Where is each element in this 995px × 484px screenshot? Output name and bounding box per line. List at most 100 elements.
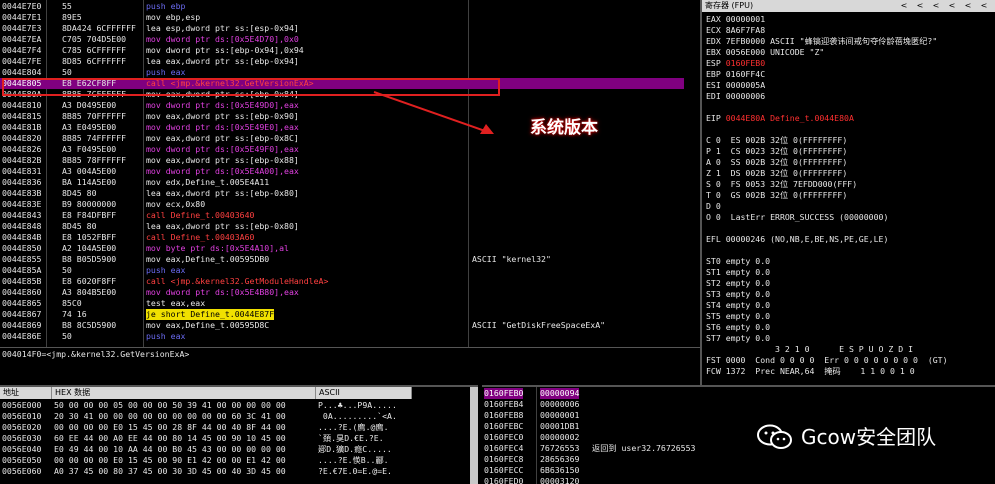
disasm-address: 0044E865 — [2, 298, 42, 308]
dump-ascii: ?E.€7E.0=E.@=E. — [318, 466, 392, 476]
disasm-bytes: 8D45 80 — [62, 188, 97, 198]
disasm-row[interactable]: 0044E7FE 8D85 6CFFFFFF lea eax,dword ptr s… — [0, 56, 684, 67]
disasm-row[interactable]: 0044E848 8D45 80 lea eax,dword ptr ss:[ebp… — [0, 221, 684, 232]
register-line[interactable]: ST5 empty 0.0 — [706, 311, 770, 322]
register-line[interactable]: 3 2 1 0 E S P U O Z D I — [706, 344, 913, 355]
disasm-row[interactable]: 0044E83E B9 80000000 mov ecx,0x80 — [0, 199, 684, 210]
disasm-bytes: 8DA424 6CFFFFFF — [62, 23, 136, 33]
registers-nav-button[interactable]: < — [946, 0, 958, 12]
register-line[interactable]: ST7 empty 0.0 — [706, 333, 770, 344]
disasm-address: 0044E826 — [2, 144, 42, 154]
disasm-row[interactable]: 0044E7EA C705 704D5E00 mov dword ptr ds:[0… — [0, 34, 684, 45]
register-line[interactable]: ST0 empty 0.0 — [706, 256, 770, 267]
disasm-row[interactable]: 0044E86E 50 push eax — [0, 331, 684, 342]
disasm-bytes: A3 D0495E00 — [62, 100, 117, 110]
registers-title: 寄存器 (FPU) — [705, 1, 754, 10]
registers-nav-button[interactable]: < — [898, 0, 910, 12]
register-line[interactable]: Z 1 DS 002B 32位 0(FFFFFFFF) — [706, 168, 847, 179]
registers-nav-button[interactable]: < — [978, 0, 990, 12]
register-line[interactable]: ST3 empty 0.0 — [706, 289, 770, 300]
disasm-row[interactable]: 0044E860 A3 804B5E00 mov dword ptr ds:[0x5… — [0, 287, 684, 298]
register-line[interactable]: ST6 empty 0.0 — [706, 322, 770, 333]
registers-nav-button[interactable]: < — [930, 0, 942, 12]
disasm-row[interactable]: 0044E7F4 C785 6CFFFFFF mov dword ptr ss:[e… — [0, 45, 684, 56]
register-line[interactable]: ST1 empty 0.0 — [706, 267, 770, 278]
stack-row[interactable]: 0160FECC 6B636150 — [482, 465, 995, 476]
stack-row[interactable]: 0160FEC8 28656369 — [482, 454, 995, 465]
register-text: S 0 FS 0053 32位 7EFDD000(FFF) — [706, 179, 858, 189]
disasm-row[interactable]: 0044E82B 8B85 78FFFFFF mov eax,dword ptr s… — [0, 155, 684, 166]
disasm-row[interactable]: 0044E85B E8 6020F8FF call <jmp.&kernel32.G… — [0, 276, 684, 287]
register-line[interactable]: D 0 — [706, 201, 721, 212]
memory-dump-pane[interactable]: 地址 HEX 数据 ASCII 0056E000 50 00 00 00 05 0… — [0, 385, 478, 484]
stack-address: 0160FEB0 — [484, 388, 524, 399]
disasm-bytes: A3 E0495E00 — [62, 122, 117, 132]
disasm-row[interactable]: 0044E7E1 89E5 mov ebp,esp — [0, 12, 684, 23]
register-text: ECX 8A6F7FA8 — [706, 25, 766, 35]
disasm-instruction: call Define_t.00403640 — [146, 210, 255, 220]
disasm-row[interactable]: 0044E867 74 16 je short Define_t.0044E87F — [0, 309, 684, 320]
register-line[interactable]: EFL 00000246 (NO,NB,E,BE,NS,PE,GE,LE) — [706, 234, 888, 245]
dump-scrollbar[interactable] — [470, 387, 478, 484]
registers-nav-button[interactable]: < — [914, 0, 926, 12]
disasm-row[interactable]: 0044E836 BA 114A5E00 mov edx,Define_t.005E… — [0, 177, 684, 188]
dump-header-address[interactable]: 地址 — [0, 387, 52, 399]
register-line[interactable]: A 0 SS 002B 32位 0(FFFFFFFF) — [706, 157, 847, 168]
register-line[interactable]: EAX 00000001 — [706, 14, 765, 25]
disasm-row[interactable]: 0044E826 A3 F0495E00 mov dword ptr ds:[0x5… — [0, 144, 684, 155]
disasm-row[interactable]: 0044E83B 8D45 80 lea eax,dword ptr ss:[ebp… — [0, 188, 684, 199]
disasm-row[interactable]: 0044E85A 50 push eax — [0, 265, 684, 276]
disasm-row[interactable]: 0044E831 A3 004A5E00 mov dword ptr ds:[0x5… — [0, 166, 684, 177]
disasm-bytes: 8B85 74FFFFFF — [62, 133, 127, 143]
registers-nav-button[interactable]: < — [962, 0, 974, 12]
register-text: FST 0000 Cond 0 0 0 0 Err 0 0 0 0 0 0 0 … — [706, 355, 948, 365]
info-line: 004014F0=<jmp.&kernel32.GetVersionExA> — [2, 349, 190, 359]
disasm-row[interactable]: 0044E843 E8 F84DFBFF call Define_t.0040364… — [0, 210, 684, 221]
dump-header-ascii[interactable]: ASCII — [316, 387, 412, 399]
disasm-row[interactable]: 0044E869 B8 8C5D5900 mov eax,Define_t.0059… — [0, 320, 684, 331]
disasm-row[interactable]: 0044E865 85C0 test eax,eax — [0, 298, 684, 309]
register-text: ESP — [706, 58, 726, 68]
register-text: Z 1 DS 002B 32位 0(FFFFFFFF) — [706, 168, 848, 178]
disasm-instruction: mov eax,dword ptr ss:[ebp-0x8C] — [146, 133, 299, 143]
disasm-row[interactable]: 0044E810 A3 D0495E00 mov dword ptr ds:[0x5… — [0, 100, 684, 111]
dump-address: 0056E050 — [2, 455, 42, 465]
disassembly-pane[interactable]: 0044E7E0 55 push ebp 0044E7E1 89E5 mov ebp,es… — [0, 0, 684, 347]
register-text: A 0 SS 002B 32位 0(FFFFFFFF) — [706, 157, 848, 167]
register-line[interactable]: EBX 0056E000 UNICODE "Z" — [706, 47, 824, 58]
register-line[interactable]: T 0 GS 002B 32位 0(FFFFFFFF) — [706, 190, 847, 201]
dump-ascii: 郔D.獷D.癊C..... — [318, 444, 392, 454]
dump-hex: 20 30 41 00 00 00 00 00 00 00 00 00 60 3… — [54, 411, 286, 421]
register-line[interactable]: FCW 1372 Prec NEAR,64 掩码 1 1 0 0 1 0 — [706, 366, 915, 377]
register-line[interactable]: FST 0000 Cond 0 0 0 0 Err 0 0 0 0 0 0 0 … — [706, 355, 948, 366]
register-line[interactable]: EIP 0044E80A Define_t.0044E80A — [706, 113, 854, 124]
disasm-instruction: mov ebp,esp — [146, 12, 201, 22]
register-line[interactable]: EDX 7EFB0000 ASCII "蜂镐迎袭讳间戒句夺伶龄蓓堍匿纪?" — [706, 36, 937, 47]
register-line[interactable]: EDI 00000006 — [706, 91, 765, 102]
register-line[interactable]: EBP 0160FF4C — [706, 69, 765, 80]
register-line[interactable]: ECX 8A6F7FA8 — [706, 25, 765, 36]
register-line[interactable]: ESP 0160FEB0 — [706, 58, 765, 69]
disasm-row[interactable]: 0044E804 50 push eax — [0, 67, 684, 78]
register-line[interactable]: C 0 ES 002B 32位 0(FFFFFFFF) — [706, 135, 847, 146]
stack-row[interactable]: 0160FED0 00003120 — [482, 476, 995, 484]
register-line[interactable]: S 0 FS 0053 32位 7EFDD000(FFF) — [706, 179, 857, 190]
disasm-instruction: call <jmp.&kernel32.GetModuleHandleA> — [146, 276, 329, 286]
stack-row[interactable]: 0160FEB0 00000094 — [482, 388, 995, 399]
disasm-address: 0044E7FE — [2, 56, 42, 66]
disasm-row[interactable]: 0044E7E0 55 push ebp — [0, 1, 684, 12]
disasm-row[interactable]: 0044E850 A2 104A5E00 mov byte ptr ds:[0x5E… — [0, 243, 684, 254]
disasm-row[interactable]: 0044E7E3 8DA424 6CFFFFFF lea esp,dword ptr… — [0, 23, 684, 34]
register-line[interactable]: O 0 LastErr ERROR_SUCCESS (00000000) — [706, 212, 888, 223]
dump-hex: 60 EE 44 00 A0 EE 44 00 80 14 45 00 90 1… — [54, 433, 286, 443]
register-line[interactable]: ST4 empty 0.0 — [706, 300, 770, 311]
register-line[interactable]: P 1 CS 0023 32位 0(FFFFFFFF) — [706, 146, 847, 157]
registers-pane[interactable]: 寄存器 (FPU) < < < < < < EAX 00000001 ECX 8A6F7FA… — [700, 0, 995, 385]
stack-row[interactable]: 0160FEB4 00000006 — [482, 399, 995, 410]
disasm-row[interactable]: 0044E84B E8 1052FBFF call Define_t.00403A6… — [0, 232, 684, 243]
dump-header-hex[interactable]: HEX 数据 — [52, 387, 316, 399]
register-line[interactable]: ST2 empty 0.0 — [706, 278, 770, 289]
disasm-row[interactable]: 0044E855 B8 B05D5900 mov eax,Define_t.0059… — [0, 254, 684, 265]
annotation-arrow-icon — [373, 91, 494, 134]
register-line[interactable]: ESI 0000005A — [706, 80, 765, 91]
